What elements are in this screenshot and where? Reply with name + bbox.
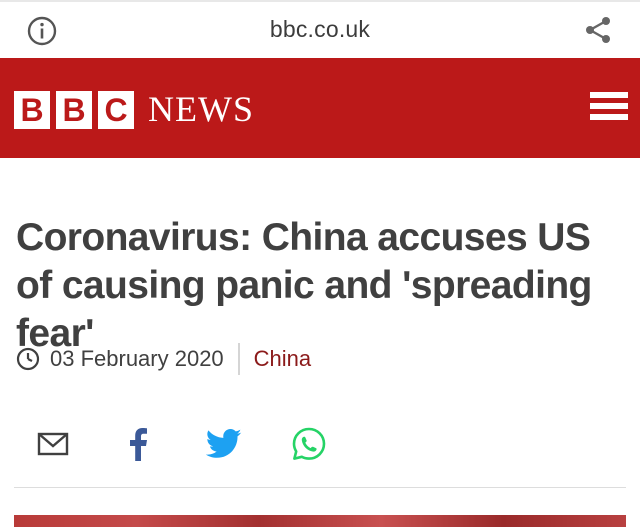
url-text[interactable]: bbc.co.uk: [0, 16, 640, 43]
article-date: 03 February 2020: [50, 346, 224, 371]
page: bbc.co.uk B B C NEWS Coronavirus: China …: [0, 0, 640, 527]
article-headline: Coronavirus: China accuses US of causing…: [16, 216, 592, 355]
masthead: B B C NEWS: [0, 58, 640, 158]
article-image: [14, 515, 626, 527]
logo-block: B: [14, 91, 50, 129]
facebook-icon[interactable]: [118, 424, 158, 464]
whatsapp-icon[interactable]: [289, 424, 329, 464]
logo-block: C: [98, 91, 134, 129]
bbc-logo[interactable]: B B C: [14, 91, 140, 129]
share-icon[interactable]: [582, 14, 614, 46]
browser-url-bar: bbc.co.uk: [0, 0, 640, 58]
menu-icon[interactable]: [590, 92, 628, 124]
share-bar: [0, 418, 640, 470]
news-wordmark[interactable]: NEWS: [148, 89, 254, 129]
article-tag-link[interactable]: China: [254, 346, 311, 372]
meta-divider: [237, 343, 240, 375]
article-meta: 03 February 2020 China: [16, 339, 311, 379]
clock-icon: [16, 347, 40, 371]
twitter-icon[interactable]: [204, 424, 244, 464]
mail-icon[interactable]: [33, 424, 73, 464]
section-divider: [14, 487, 626, 488]
logo-block: B: [56, 91, 92, 129]
